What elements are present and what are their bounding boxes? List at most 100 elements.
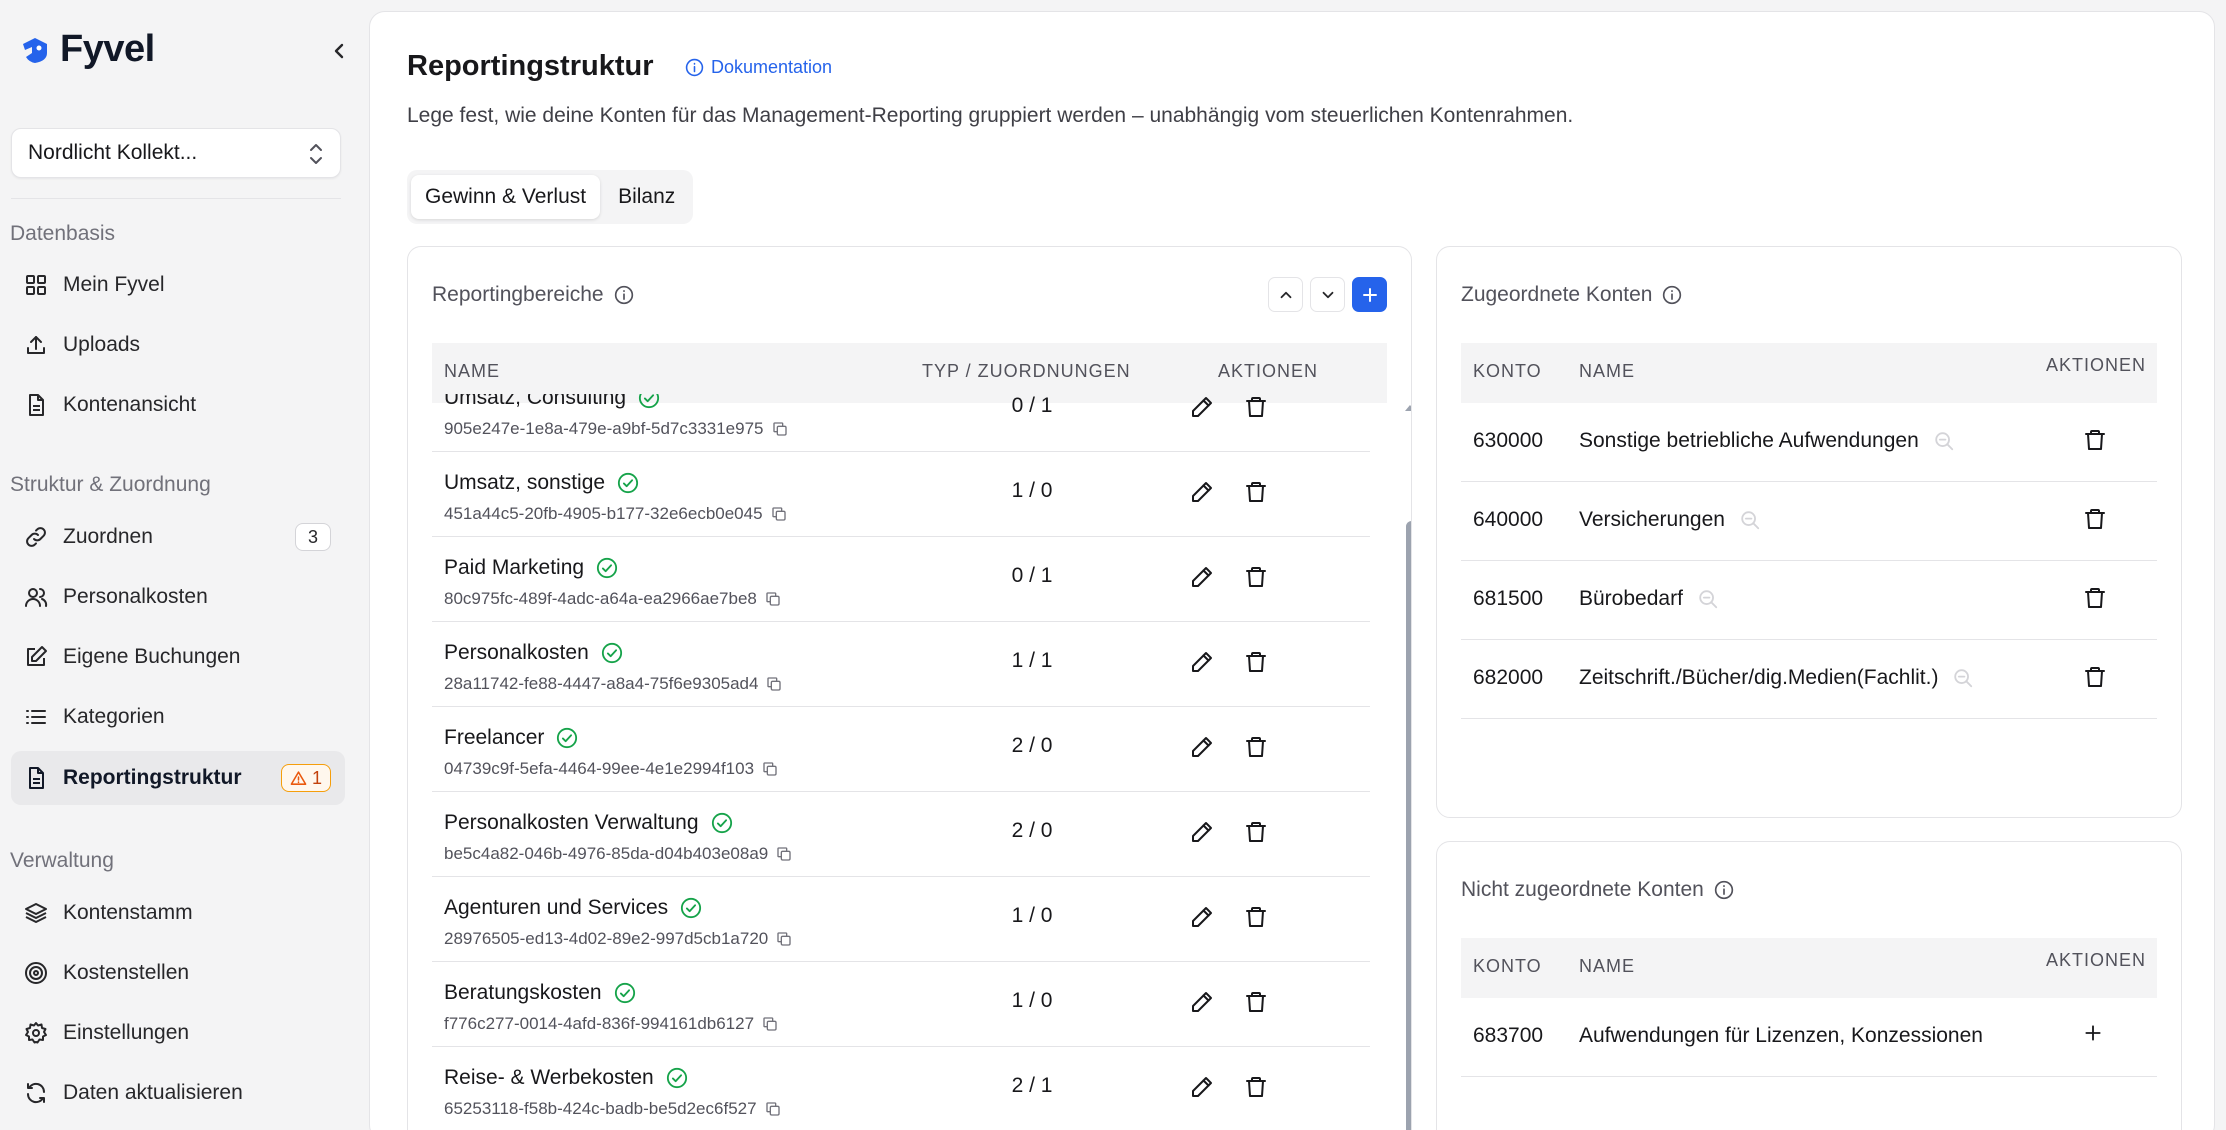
sidebar-item-kostenstellen[interactable]: Kostenstellen [11, 946, 345, 1000]
app-name: Fyvel [60, 28, 155, 70]
sidebar-item-mein-fyvel[interactable]: Mein Fyvel [11, 258, 345, 312]
move-up-button[interactable] [1268, 277, 1303, 312]
edit-button[interactable] [1188, 478, 1216, 506]
statement-tabs: Gewinn & Verlust Bilanz [407, 170, 694, 224]
tab-bilanz[interactable]: Bilanz [604, 175, 689, 219]
account-name: Zeitschrift./Bücher/dig.Medien(Fachlit.) [1579, 666, 1939, 689]
copy-icon[interactable] [776, 931, 792, 947]
pencil-icon [1190, 735, 1214, 759]
remove-account-button[interactable] [2083, 507, 2107, 531]
documentation-link[interactable]: Dokumentation [685, 57, 832, 78]
zoom-out-icon[interactable] [1952, 667, 1974, 689]
copy-icon[interactable] [762, 761, 778, 777]
edit-button[interactable] [1188, 648, 1216, 676]
remove-account-button[interactable] [2083, 428, 2107, 452]
table-row[interactable]: Personalkosten Verwaltung be5c4a82-046b-4… [432, 792, 1370, 877]
copy-icon[interactable] [771, 506, 787, 522]
fyvel-logo-icon [20, 35, 50, 65]
area-name-cell: Beratungskosten [444, 981, 636, 1005]
sidebar-item-kategorien[interactable]: Kategorien [11, 690, 345, 744]
sidebar-item-daten-aktualisieren[interactable]: Daten aktualisieren [11, 1066, 345, 1120]
sidebar-item-label: Kategorien [63, 705, 165, 728]
gear-icon [23, 1020, 49, 1046]
info-icon [685, 58, 704, 77]
delete-button[interactable] [1242, 563, 1270, 591]
copy-icon[interactable] [765, 591, 781, 607]
pencil-icon [1190, 820, 1214, 844]
scrollbar[interactable] [1402, 401, 1411, 1130]
info-icon [1714, 880, 1734, 900]
zoom-out-icon[interactable] [1739, 509, 1761, 531]
delete-button[interactable] [1242, 394, 1270, 421]
delete-button[interactable] [1242, 818, 1270, 846]
delete-button[interactable] [1242, 478, 1270, 506]
area-name-cell: Umsatz, sonstige [444, 471, 639, 495]
remove-account-button[interactable] [2083, 586, 2107, 610]
area-count: 1 / 0 [1011, 989, 1053, 1012]
list-icon [23, 704, 49, 730]
collapse-sidebar-button[interactable] [326, 38, 352, 64]
pencil-icon [1190, 565, 1214, 589]
pencil-icon [1190, 480, 1214, 504]
table-row[interactable]: Freelancer 04739c9f-5efa-4464-99ee-4e1e29… [432, 707, 1370, 792]
account-number: 630000 [1473, 429, 1544, 452]
copy-icon[interactable] [762, 1016, 778, 1032]
warning-count: 1 [311, 767, 322, 788]
delete-button[interactable] [1242, 733, 1270, 761]
area-id: be5c4a82-046b-4976-85da-d04b403e08a9 [444, 844, 769, 863]
copy-icon[interactable] [766, 676, 782, 692]
table-row[interactable]: Reise- & Werbekosten 65253118-f58b-424c-b… [432, 1047, 1370, 1130]
organization-selector[interactable]: Nordlicht Kollekt... [11, 128, 341, 178]
app-logo[interactable]: Fyvel [20, 28, 155, 71]
sidebar-item-zuordnen[interactable]: Zuordnen 3 [11, 510, 345, 564]
copy-icon[interactable] [765, 1101, 781, 1117]
assign-account-button[interactable] [2083, 1023, 2103, 1043]
delete-button[interactable] [1242, 1073, 1270, 1101]
edit-button[interactable] [1188, 394, 1216, 421]
edit-button[interactable] [1188, 988, 1216, 1016]
edit-button[interactable] [1188, 563, 1216, 591]
edit-button[interactable] [1188, 733, 1216, 761]
add-reporting-area-button[interactable] [1352, 277, 1387, 312]
reporting-areas-list: Umsatz, Consulting 905e247e-1e8a-479e-a9b… [432, 394, 1370, 1130]
area-id-cell: be5c4a82-046b-4976-85da-d04b403e08a9 [444, 844, 792, 864]
table-row[interactable]: Beratungskosten f776c277-0014-4afd-836f-9… [432, 962, 1370, 1047]
delete-button[interactable] [1242, 988, 1270, 1016]
sidebar-item-kontenstamm[interactable]: Kontenstamm [11, 886, 345, 940]
copy-icon[interactable] [772, 421, 788, 437]
link-icon [23, 524, 49, 550]
scrollbar-thumb[interactable] [1406, 521, 1411, 1130]
trash-icon [1244, 480, 1268, 504]
table-row[interactable]: Personalkosten 28a11742-fe88-4447-a8a4-75… [432, 622, 1370, 707]
sidebar-item-kontenansicht[interactable]: Kontenansicht [11, 378, 345, 432]
sidebar-item-reportingstruktur[interactable]: Reportingstruktur 1 [11, 751, 345, 805]
delete-button[interactable] [1242, 648, 1270, 676]
sidebar-item-label: Kostenstellen [63, 961, 190, 984]
main-content: Reportingstruktur Dokumentation Lege fes… [369, 11, 2215, 1130]
section-struktur-zuordnung: Struktur & Zuordnung [10, 473, 211, 496]
table-row[interactable]: Agenturen und Services 28976505-ed13-4d02… [432, 877, 1370, 962]
zoom-out-icon[interactable] [1697, 588, 1719, 610]
delete-button[interactable] [1242, 903, 1270, 931]
tab-gewinn-verlust[interactable]: Gewinn & Verlust [411, 175, 601, 219]
remove-account-button[interactable] [2083, 665, 2107, 689]
table-row[interactable]: Umsatz, sonstige 451a44c5-20fb-4905-b177-… [432, 452, 1370, 537]
table-row[interactable]: Paid Marketing 80c975fc-489f-4adc-a64a-ea… [432, 537, 1370, 622]
check-circle-icon [638, 394, 660, 409]
move-down-button[interactable] [1310, 277, 1345, 312]
sidebar-item-label: Uploads [63, 333, 141, 356]
sidebar-item-uploads[interactable]: Uploads [11, 318, 345, 372]
trash-icon [2083, 507, 2107, 531]
edit-button[interactable] [1188, 818, 1216, 846]
pencil-icon [1190, 650, 1214, 674]
sidebar-item-einstellungen[interactable]: Einstellungen [11, 1006, 345, 1060]
sidebar-item-label: Personalkosten [63, 585, 208, 608]
table-row[interactable]: Umsatz, Consulting 905e247e-1e8a-479e-a9b… [432, 394, 1370, 452]
edit-button[interactable] [1188, 903, 1216, 931]
sidebar-item-eigene-buchungen[interactable]: Eigene Buchungen [11, 630, 345, 684]
copy-icon[interactable] [776, 846, 792, 862]
sidebar-item-personalkosten[interactable]: Personalkosten [11, 570, 345, 624]
zoom-out-icon[interactable] [1933, 430, 1955, 452]
edit-button[interactable] [1188, 1073, 1216, 1101]
area-name: Personalkosten [444, 641, 589, 664]
